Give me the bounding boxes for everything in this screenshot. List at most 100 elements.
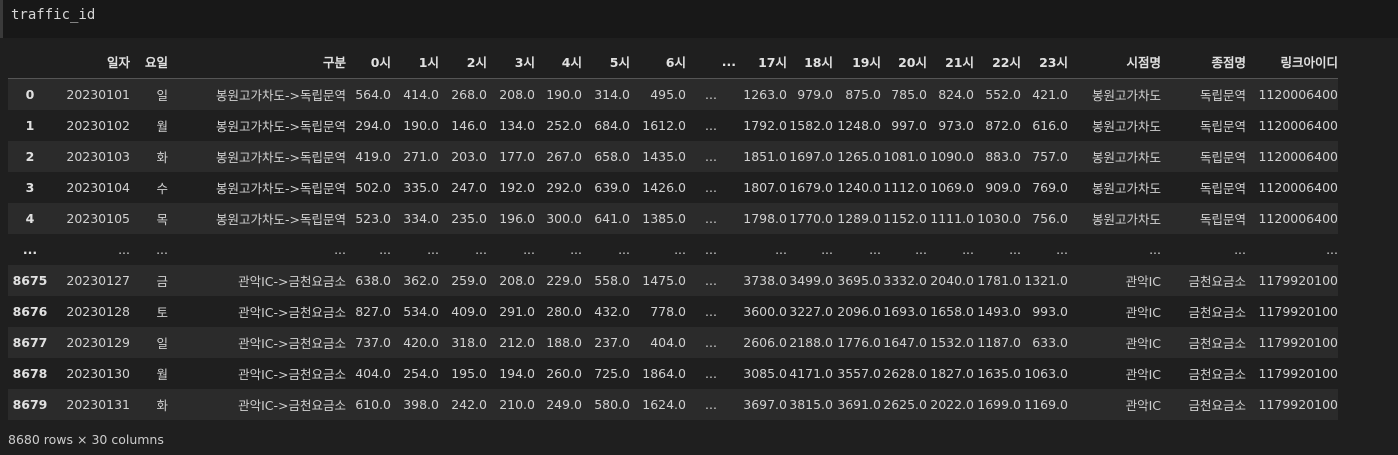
table-row: 4 20230105 목 봉원고가차도->독립문역 523.0 334.0 235.0 196… [8,203,1338,234]
table-cell: 1187.0 [977,335,1021,350]
table-cell: 229.0 [546,273,582,288]
table-cell: 20230128 [66,304,130,319]
table-cell: 997.0 [891,118,927,133]
table-cell: 1179920100 [1258,366,1338,381]
table-cell: 1111.0 [930,211,974,226]
table-cell: 금천요금소 [1188,274,1246,289]
table-cell: 1679.0 [789,180,833,195]
table-cell: 2628.0 [883,366,927,381]
table-cell: 3600.0 [743,304,787,319]
table-cell: 260.0 [546,366,582,381]
table-cell: 280.0 [546,304,582,319]
column-header: 22시 [974,44,1021,79]
table-cell: 1435.0 [642,149,686,164]
table-cell: 242.0 [451,397,487,412]
table-cell: 318.0 [451,335,487,350]
column-header [8,44,52,79]
table-cell: 수 [156,181,168,196]
table-cell: 552.0 [985,87,1021,102]
table-cell: 독립문역 [1199,181,1246,196]
dataframe-shape: 8680 rows × 30 columns [8,432,164,447]
table-row: 3 20230104 수 봉원고가차도->독립문역 502.0 335.0 247.0 192… [8,172,1338,203]
table-cell: 725.0 [594,366,630,381]
table-cell: 1179920100 [1258,397,1338,412]
row-index: 2 [25,149,35,164]
table-cell: 1289.0 [837,211,881,226]
table-cell: 금천요금소 [1188,367,1246,382]
table-cell: 금천요금소 [1188,398,1246,413]
table-cell: 564.0 [355,87,391,102]
table-cell: 1120006400 [1258,180,1338,195]
table-cell: 334.0 [403,211,439,226]
table-cell: 독립문역 [1199,212,1246,227]
row-index: 4 [25,211,35,226]
table-cell: 1635.0 [977,366,1021,381]
table-cell: ... [821,242,833,257]
table-cell: 502.0 [355,180,391,195]
table-cell: 177.0 [499,149,535,164]
table-cell: 화 [156,398,168,413]
table-cell: 20230127 [66,273,130,288]
table-cell: 993.0 [1032,304,1068,319]
table-row: 0 20230101 일 봉원고가차도->독립문역 564.0 414.0 268.0 208… [8,78,1338,110]
code-cell-input[interactable]: traffic_id [0,0,1398,38]
table-cell: 827.0 [355,304,391,319]
column-header: 23시 [1021,44,1068,79]
table-cell: 194.0 [499,366,535,381]
code-text[interactable]: traffic_id [11,7,95,23]
column-header: 구분 [168,44,346,79]
table-cell: ... [705,335,717,350]
table-cell: 769.0 [1032,180,1068,195]
table-cell: ... [674,242,686,257]
table-row: 8677 20230129 일 관악IC->금천요금소 737.0 420.0 318.0 2… [8,327,1338,358]
table-cell: 1179920100 [1258,273,1338,288]
table-cell: 271.0 [403,149,439,164]
table-cell: 404.0 [650,335,686,350]
table-cell: 봉원고가차도 [1091,212,1161,227]
table-cell: 190.0 [546,87,582,102]
table-cell: 1030.0 [977,211,1021,226]
table-cell: 20230104 [66,180,130,195]
table-cell: 금천요금소 [1188,305,1246,320]
column-header: 일자 [52,44,130,79]
table-cell: 610.0 [355,397,391,412]
column-header: 5시 [582,44,630,79]
table-cell: 195.0 [451,366,487,381]
table-cell: 3227.0 [789,304,833,319]
table-cell: 독립문역 [1199,119,1246,134]
table-cell: 금 [156,274,168,289]
table-cell: 188.0 [546,335,582,350]
table-cell: ... [618,242,630,257]
table-cell: 1263.0 [743,87,787,102]
table-cell: 414.0 [403,87,439,102]
table-cell: 252.0 [546,118,582,133]
table-cell: 1321.0 [1024,273,1068,288]
table-cell: 1063.0 [1024,366,1068,381]
table-cell: ... [156,242,168,257]
table-cell: 20230102 [66,118,130,133]
table-cell: 1792.0 [743,118,787,133]
table-cell: ... [1149,242,1161,257]
table-cell: 146.0 [451,118,487,133]
table-cell: 2096.0 [837,304,881,319]
column-header: 0시 [346,44,391,79]
table-cell: 1265.0 [837,149,881,164]
table-cell: 1864.0 [642,366,686,381]
table-cell: 872.0 [985,118,1021,133]
table-cell: ... [705,149,717,164]
table-cell: ... [570,242,582,257]
table-cell: 134.0 [499,118,535,133]
table-cell: 314.0 [594,87,630,102]
table-cell: 1798.0 [743,211,787,226]
table-cell: 20230131 [66,397,130,412]
table-cell: 1807.0 [743,180,787,195]
table-cell: 639.0 [594,180,630,195]
table-cell: 월 [156,367,168,382]
table-cell: 2022.0 [930,397,974,412]
table-cell: ... [118,242,130,257]
table-cell: 1090.0 [930,149,974,164]
table-row: 8678 20230130 월 관악IC->금천요금소 404.0 254.0 195.0 1… [8,358,1338,389]
table-cell: 737.0 [355,335,391,350]
table-cell: ... [523,242,535,257]
table-cell: 558.0 [594,273,630,288]
